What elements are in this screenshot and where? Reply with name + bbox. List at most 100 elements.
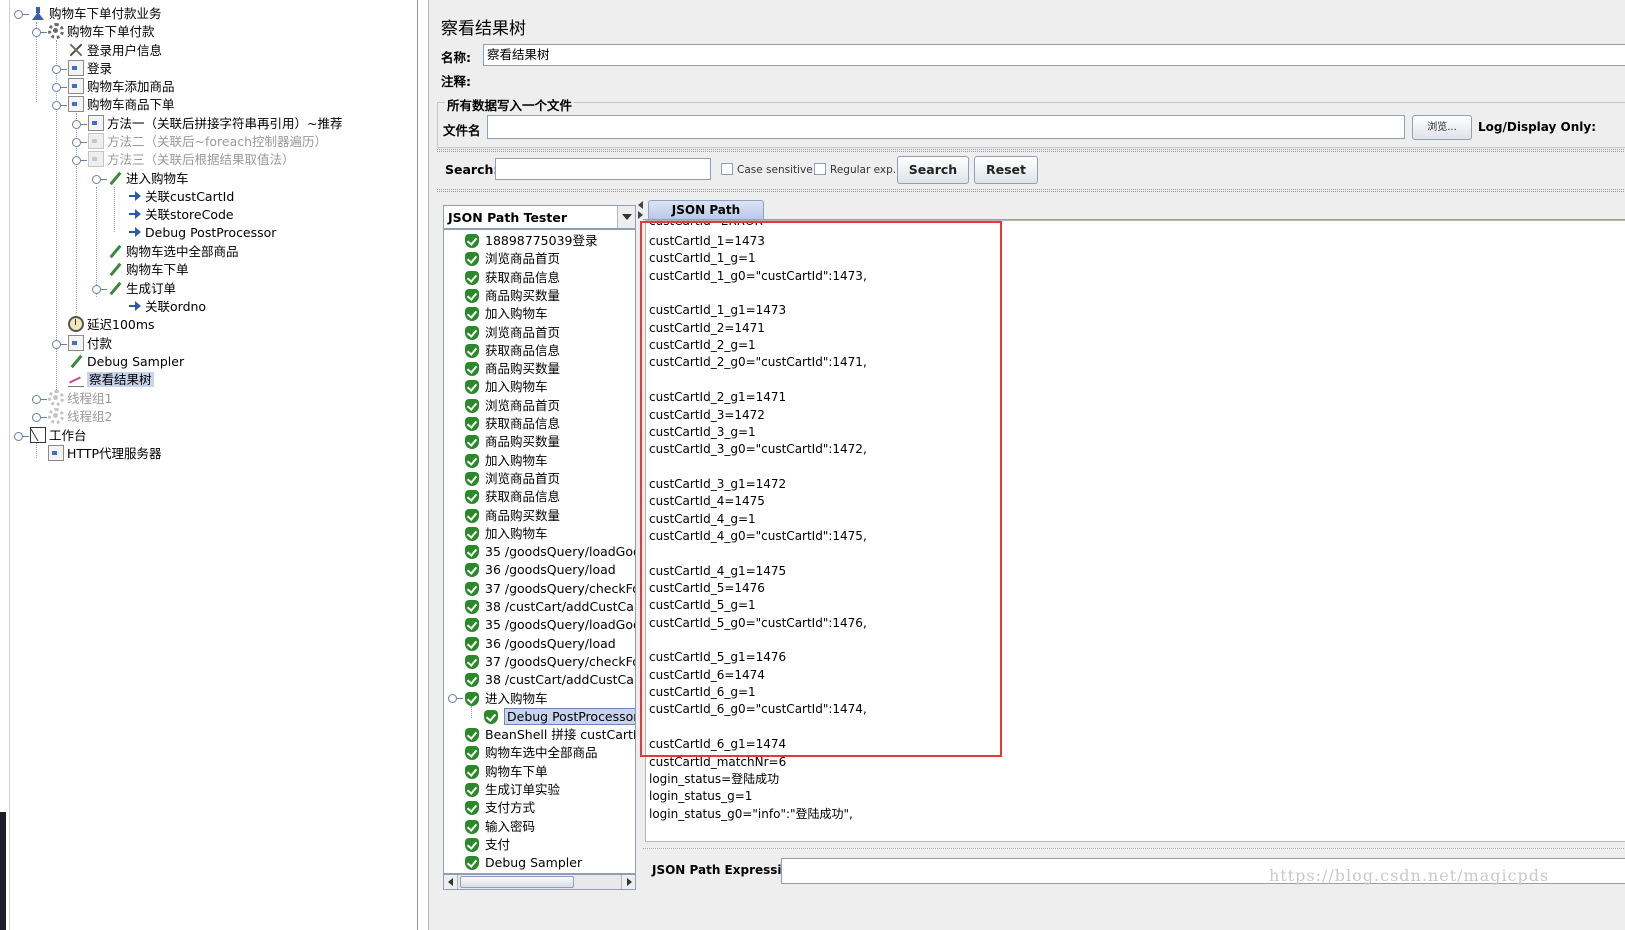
tree-toggle[interactable] <box>14 432 29 441</box>
tree-toggle[interactable] <box>52 65 67 74</box>
tree-toggle[interactable] <box>32 413 47 422</box>
tree-toggle[interactable] <box>32 28 47 37</box>
result-item-selected[interactable]: Debug PostProcessor <box>484 707 635 726</box>
tree-node[interactable]: 关联storeCode <box>126 206 234 224</box>
tree-node[interactable]: 工作台 <box>30 427 87 445</box>
result-item[interactable]: Debug Sampler <box>465 854 582 872</box>
tree-toggle[interactable] <box>92 285 107 294</box>
result-item[interactable]: 商品购买数量 <box>465 287 560 305</box>
result-item[interactable]: 获取商品信息 <box>465 488 560 506</box>
collapse-left-icon[interactable] <box>638 201 643 209</box>
tree-node[interactable]: 购物车下单付款业务 <box>30 5 162 23</box>
tree-node-disabled[interactable]: 线程组1 <box>48 390 112 408</box>
result-item[interactable]: 商品购买数量 <box>465 360 560 378</box>
test-plan-tree[interactable]: 购物车下单付款业务 购物车下单付款 登录用户信息 登录 购物车添加商品 购物车商… <box>10 0 418 930</box>
result-item[interactable]: 加入购物车 <box>465 378 548 396</box>
tree-node[interactable]: 延迟100ms <box>68 316 155 334</box>
case-sensitive-checkbox[interactable]: Case sensitive <box>721 163 813 177</box>
horizontal-scrollbar[interactable] <box>443 874 636 890</box>
tree-toggle[interactable] <box>92 175 107 184</box>
tree-node[interactable]: HTTP代理服务器 <box>48 445 162 463</box>
name-field[interactable]: 察看结果树 <box>483 44 1625 66</box>
sample-result-tree[interactable]: 18898775039登录 浏览商品首页 获取商品信息 商品购买数量 加入购物车 浏览商品… <box>443 229 636 874</box>
result-item[interactable]: 商品购买数量 <box>465 507 560 525</box>
tree-node-selected[interactable]: 察看结果树 <box>68 371 154 389</box>
tree-toggle[interactable] <box>72 156 87 165</box>
tree-toggle[interactable] <box>32 395 47 404</box>
reset-button[interactable]: Reset <box>974 156 1038 184</box>
tree-node[interactable]: 购物车下单 <box>107 261 189 279</box>
result-item[interactable]: 支付方式 <box>465 799 535 817</box>
regular-exp-checkbox[interactable]: Regular exp. <box>814 163 896 177</box>
success-shield-icon <box>465 234 479 248</box>
result-item[interactable]: 36 /goodsQuery/load <box>465 561 616 579</box>
tree-node[interactable]: 生成订单 <box>107 280 176 298</box>
result-item[interactable]: 加入购物车 <box>465 452 548 470</box>
result-item[interactable]: 获取商品信息 <box>465 415 560 433</box>
browse-button[interactable]: 浏览... <box>1412 115 1472 140</box>
result-item[interactable]: 浏览商品首页 <box>465 250 560 268</box>
tree-node[interactable]: 关联ordno <box>126 298 206 316</box>
search-input[interactable] <box>495 158 711 180</box>
result-item[interactable]: 38 /custCart/addCustCart <box>465 671 635 689</box>
tree-node[interactable]: 购物车下单付款 <box>48 23 155 41</box>
search-button[interactable]: Search <box>897 156 969 184</box>
tree-node[interactable]: 登录用户信息 <box>68 42 162 60</box>
tree-node[interactable]: 付款 <box>68 335 112 353</box>
tree-node[interactable]: Debug Sampler <box>68 353 184 371</box>
result-item[interactable]: 输入密码 <box>465 818 535 836</box>
checkbox-box[interactable] <box>721 163 733 175</box>
success-shield-icon <box>465 837 479 852</box>
result-item[interactable]: 38 /custCart/addCustCart <box>465 598 635 616</box>
tree-node[interactable]: 登录 <box>68 60 112 78</box>
tab-json-path-tester[interactable]: JSON Path Tester <box>648 200 764 236</box>
tree-toggle[interactable] <box>14 10 29 19</box>
tree-node[interactable]: 进入购物车 <box>107 170 189 188</box>
tree-node[interactable]: 购物车添加商品 <box>68 78 175 96</box>
scroll-right-icon[interactable] <box>621 875 635 889</box>
result-item[interactable]: 36 /goodsQuery/load <box>465 635 616 653</box>
result-item[interactable]: 购物车下单 <box>465 763 548 781</box>
scroll-left-icon[interactable] <box>444 875 458 889</box>
chevron-down-icon[interactable] <box>617 206 635 228</box>
result-item[interactable]: BeanShell 拼接 custCartId <box>465 726 635 744</box>
result-item[interactable]: 购物车选中全部商品 <box>465 744 598 762</box>
tree-node[interactable]: Debug PostProcessor <box>126 224 276 242</box>
tree-node-disabled[interactable]: 方法二（关联后~foreach控制器遍历） <box>88 133 327 151</box>
tree-node-disabled[interactable]: 方法三（关联后根据结果取值法） <box>88 151 295 169</box>
tree-toggle[interactable] <box>52 340 67 349</box>
result-item[interactable]: 加入购物车 <box>465 305 548 323</box>
tree-toggle[interactable] <box>52 83 67 92</box>
tree-node[interactable]: 关联custCartId <box>126 188 234 206</box>
tree-node-disabled[interactable]: 线程组2 <box>48 408 112 426</box>
result-item[interactable]: 37 /goodsQuery/checkForBu <box>465 580 635 598</box>
result-item[interactable]: 支付 <box>465 836 510 854</box>
result-item[interactable]: 进入购物车 <box>465 690 548 708</box>
result-item[interactable]: 18898775039登录 <box>465 232 597 250</box>
result-item[interactable]: 浏览商品首页 <box>465 397 560 415</box>
tree-toggle[interactable] <box>72 138 87 147</box>
collapse-right-icon[interactable] <box>638 211 643 219</box>
result-item[interactable]: 商品购买数量 <box>465 433 560 451</box>
tree-toggle[interactable] <box>52 101 67 110</box>
result-item[interactable]: 35 /goodsQuery/loadGoodsE <box>465 543 635 561</box>
renderer-select[interactable]: JSON Path Tester <box>443 205 636 229</box>
filename-input[interactable] <box>487 115 1405 139</box>
tree-node[interactable]: 方法一（关联后拼接字符串再引用）~推荐 <box>88 115 342 133</box>
result-item[interactable]: 37 /goodsQuery/checkForBu <box>465 653 635 671</box>
tree-node[interactable]: 购物车选中全部商品 <box>107 243 239 261</box>
response-text-area[interactable]: custCartId=ERROR custCartId_1=1473 custCa… <box>645 220 1625 842</box>
result-item[interactable]: 获取商品信息 <box>465 342 560 360</box>
result-item[interactable]: 浏览商品首页 <box>465 470 560 488</box>
scrollbar-thumb[interactable] <box>460 876 574 888</box>
tree-node[interactable]: 购物车商品下单 <box>68 96 175 114</box>
result-item[interactable]: 35 /goodsQuery/loadGoodsE <box>465 616 635 634</box>
tree-toggle[interactable] <box>72 120 87 129</box>
result-item[interactable]: 加入购物车 <box>465 525 548 543</box>
result-item[interactable]: 浏览商品首页 <box>465 324 560 342</box>
tree-toggle[interactable] <box>448 693 463 703</box>
result-item[interactable]: 生成订单实验 <box>465 781 560 799</box>
checkbox-box[interactable] <box>814 163 826 175</box>
result-item[interactable]: 获取商品信息 <box>465 269 560 287</box>
comment-field[interactable] <box>483 68 1625 90</box>
